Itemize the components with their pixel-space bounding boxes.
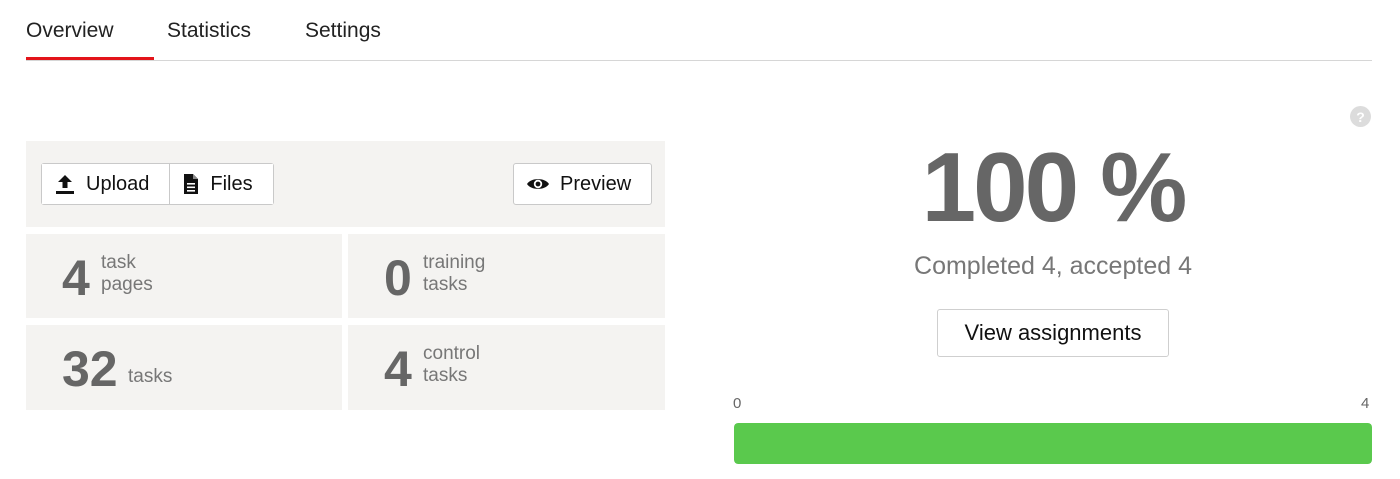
preview-button[interactable]: Preview [513, 163, 653, 205]
upload-icon [56, 175, 74, 194]
progress-bar [734, 423, 1372, 464]
files-button-label: Files [210, 172, 253, 195]
stat-label-line: tasks [423, 274, 468, 295]
stat-task-pages: 4 task pages [26, 234, 342, 318]
stat-control-tasks-value: 4 [384, 341, 412, 397]
stat-training-tasks-label: training tasks [423, 252, 543, 296]
tab-statistics[interactable]: Statistics [167, 19, 251, 43]
eye-icon [527, 179, 549, 189]
stat-label-line: control [423, 343, 481, 364]
stat-label-line: task [101, 252, 136, 273]
tab-overview[interactable]: Overview [26, 19, 114, 43]
tab-settings[interactable]: Settings [305, 19, 381, 43]
stat-label-line: tasks [423, 365, 468, 386]
stat-control-tasks: 4 control tasks [348, 325, 665, 410]
completion-percent: 100 % [921, 132, 1188, 242]
preview-button-label: Preview [560, 172, 632, 195]
stat-tasks-label: tasks [128, 366, 173, 387]
stat-task-pages-label: task pages [101, 252, 221, 296]
view-assignments-button[interactable]: View assignments [937, 309, 1169, 357]
upload-button-label: Upload [86, 172, 150, 195]
stat-control-tasks-label: control tasks [423, 343, 543, 387]
stat-task-pages-value: 4 [62, 250, 90, 306]
stat-tasks-value: 32 [62, 341, 118, 397]
progress-scale-min: 0 [733, 395, 742, 412]
stat-label-line: training [423, 252, 486, 273]
pool-toolbar: Upload Files Preview [26, 141, 665, 227]
stat-tasks: 32 tasks [26, 325, 342, 410]
active-tab-indicator [26, 57, 154, 60]
stat-training-tasks-value: 0 [384, 250, 412, 306]
question-icon[interactable]: ? [1350, 106, 1371, 127]
completion-summary: Completed 4, accepted 4 [914, 252, 1192, 280]
stat-label-line: pages [101, 274, 153, 295]
stat-training-tasks: 0 training tasks [348, 234, 665, 318]
progress-bar-fill [734, 423, 1372, 464]
upload-button[interactable]: Upload [42, 164, 170, 204]
files-button[interactable]: Files [169, 164, 273, 204]
upload-files-button-group: Upload Files [41, 163, 274, 205]
file-icon [184, 174, 199, 194]
progress-scale-max: 4 [1361, 395, 1370, 412]
tab-bar: Overview Statistics Settings [26, 0, 1372, 61]
